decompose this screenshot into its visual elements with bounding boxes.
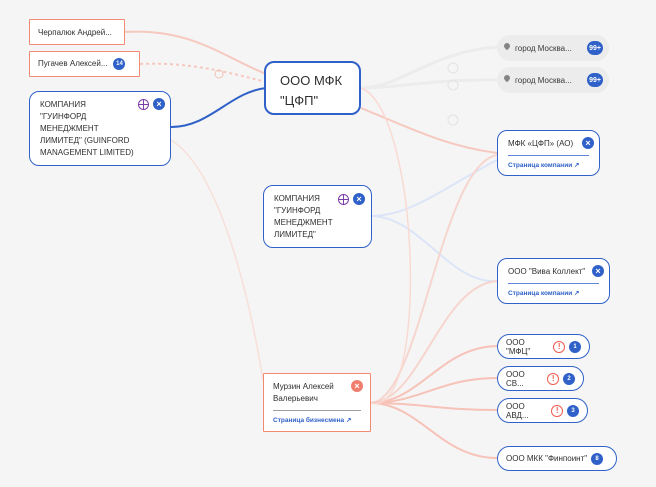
company-node-avd[interactable]: ООО АВД... ! 3 bbox=[497, 398, 588, 423]
company-name-line: ЛИМИТЕД" (GUINFORD bbox=[40, 136, 130, 145]
person-name-line: Валерьевич bbox=[273, 394, 318, 403]
company-page-link[interactable]: Страница компании ↗ bbox=[508, 290, 579, 297]
warning-icon[interactable]: ! bbox=[547, 372, 559, 385]
company-node-viva-collect[interactable]: ООО "Вива Коллект" Страница компании ↗ × bbox=[497, 258, 610, 304]
close-icon[interactable]: × bbox=[582, 137, 594, 149]
main-company-name-line: ООО МФК bbox=[280, 73, 343, 88]
company-name: ООО МКК "Финпоинт" bbox=[506, 454, 588, 463]
warning-icon[interactable]: ! bbox=[551, 404, 563, 417]
address-count-badge[interactable]: 99+ bbox=[587, 41, 603, 55]
related-count-badge[interactable]: 2 bbox=[563, 372, 575, 385]
share-arrow-icon: ↗ bbox=[574, 290, 580, 297]
company-name-line: "ГУИНФОРД bbox=[274, 206, 321, 215]
company-name-line: ЛИМИТЕД" bbox=[274, 230, 316, 239]
company-node-mfc[interactable]: ООО "МФЦ" ! 1 bbox=[497, 334, 590, 359]
globe-icon[interactable] bbox=[138, 99, 149, 110]
person-name: Пугачев Алексей... bbox=[38, 59, 108, 68]
main-company-node[interactable]: ООО МФК "ЦФП" bbox=[264, 61, 361, 115]
globe-icon[interactable] bbox=[338, 194, 349, 205]
card-divider bbox=[508, 155, 589, 156]
company-page-link[interactable]: Страница компании ↗ bbox=[508, 162, 579, 169]
person-name-line: Мурзин Алексей bbox=[273, 382, 334, 391]
related-count-badge[interactable]: 1 bbox=[569, 340, 581, 353]
main-company-name-line: "ЦФП" bbox=[280, 93, 319, 108]
warning-icon[interactable]: ! bbox=[553, 340, 565, 353]
mindmap-canvas: Черпалюк Андрей... Пугачев Алексей... 14… bbox=[0, 0, 656, 487]
close-icon[interactable]: × bbox=[153, 98, 165, 110]
businessman-page-link[interactable]: Страница бизнесмена ↗ bbox=[273, 417, 351, 424]
company-node-mfk-cfp-ao[interactable]: МФК «ЦФП» (АО) Страница компании ↗ × bbox=[497, 130, 600, 176]
address-label: город Москва... bbox=[515, 75, 572, 85]
company-name: ООО СВ... bbox=[506, 369, 525, 388]
company-name: ООО "МФЦ" bbox=[506, 337, 531, 356]
company-node-sv[interactable]: ООО СВ... ! 2 bbox=[497, 366, 584, 391]
card-divider bbox=[273, 410, 361, 411]
company-node-guinford-management-limited[interactable]: КОМПАНИЯ "ГУИНФОРД МЕНЕДЖМЕНТ ЛИМИТЕД" (… bbox=[29, 91, 171, 166]
person-node-chernyalyuk[interactable]: Черпалюк Андрей... bbox=[29, 19, 125, 45]
company-name-line: МЕНЕДЖМЕНТ bbox=[40, 124, 99, 133]
company-name-line: МЕНЕДЖМЕНТ bbox=[274, 218, 333, 227]
related-count-badge[interactable]: 14 bbox=[113, 58, 126, 70]
close-icon[interactable]: × bbox=[592, 265, 604, 277]
company-node-guinford-management-ltd[interactable]: КОМПАНИЯ "ГУИНФОРД МЕНЕДЖМЕНТ ЛИМИТЕД" × bbox=[263, 185, 372, 248]
company-name: ООО АВД... bbox=[506, 401, 529, 420]
close-icon[interactable]: × bbox=[351, 380, 363, 392]
share-arrow-icon: ↗ bbox=[345, 417, 352, 424]
address-count-badge[interactable]: 99+ bbox=[587, 73, 603, 87]
company-name-line: "ГУИНФОРД bbox=[40, 112, 87, 121]
address-label: город Москва... bbox=[515, 43, 572, 53]
company-node-finpoint[interactable]: ООО МКК "Финпоинт" 8 bbox=[497, 446, 617, 471]
close-icon[interactable]: × bbox=[353, 193, 365, 205]
location-pin-icon bbox=[503, 75, 511, 85]
related-count-badge[interactable]: 8 bbox=[591, 452, 604, 465]
company-name: ООО "Вива Коллект" bbox=[508, 267, 586, 276]
related-count-badge[interactable]: 3 bbox=[567, 404, 579, 417]
address-node-moscow-1[interactable]: город Москва... 99+ bbox=[497, 35, 609, 61]
company-name: МФК «ЦФП» (АО) bbox=[508, 139, 574, 148]
person-node-murzin[interactable]: Мурзин Алексей Валерьевич Страница бизне… bbox=[263, 373, 371, 432]
location-pin-icon bbox=[503, 43, 511, 53]
person-node-pugachev[interactable]: Пугачев Алексей... 14 bbox=[29, 51, 140, 77]
company-name-line: MANAGEMENT LIMITED) bbox=[40, 148, 134, 157]
person-name: Черпалюк Андрей... bbox=[38, 28, 112, 37]
card-divider bbox=[508, 283, 599, 284]
share-arrow-icon: ↗ bbox=[574, 162, 580, 169]
address-node-moscow-2[interactable]: город Москва... 99+ bbox=[497, 67, 609, 93]
